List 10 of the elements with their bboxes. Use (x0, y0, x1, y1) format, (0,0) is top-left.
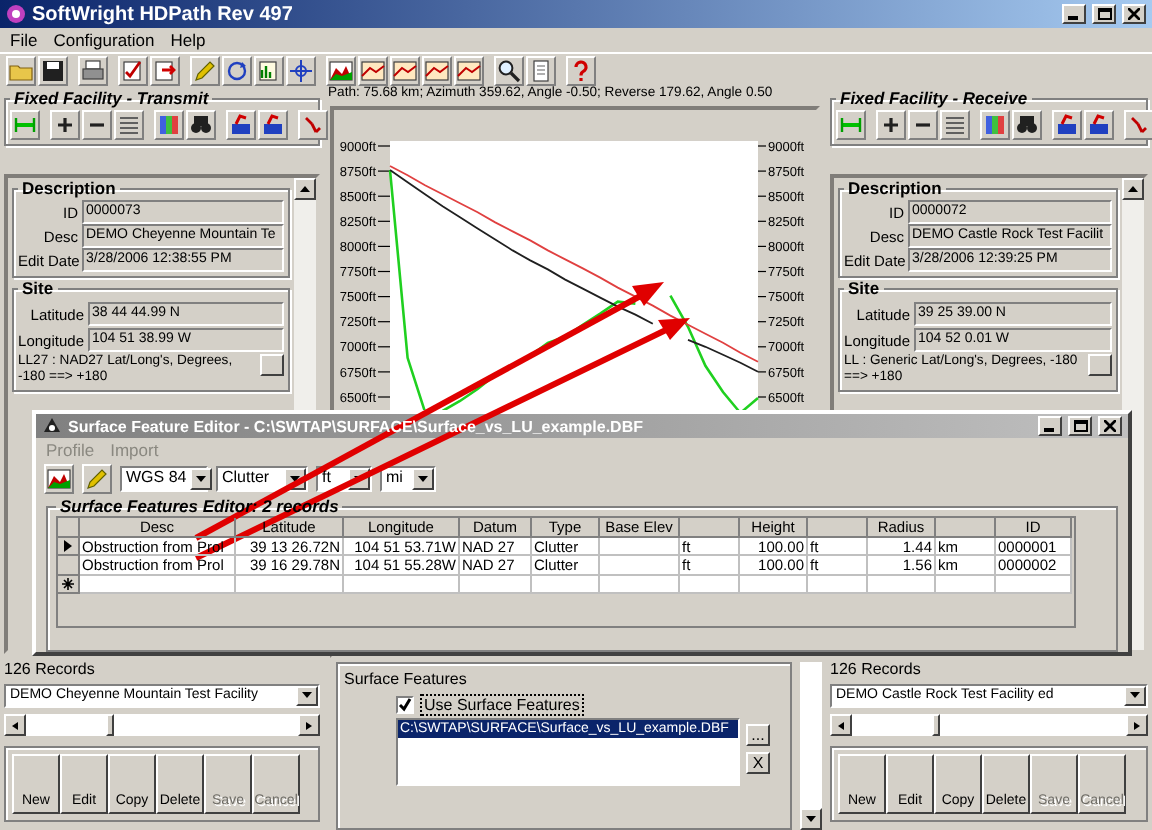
group-title: Description (20, 178, 118, 198)
window-title: SoftWright HDPath Rev 497 (32, 3, 295, 25)
group-title: Description (846, 178, 944, 198)
group-title: Fixed Facility - Receive (838, 88, 1030, 108)
group-title: Site (846, 278, 882, 298)
group-title: Site (20, 278, 56, 298)
group-title: Surface Features (344, 670, 469, 688)
record-count: 126 Records (830, 660, 923, 678)
record-count: 126 Records (4, 660, 97, 678)
group-title: Fixed Facility - Transmit (12, 88, 211, 108)
